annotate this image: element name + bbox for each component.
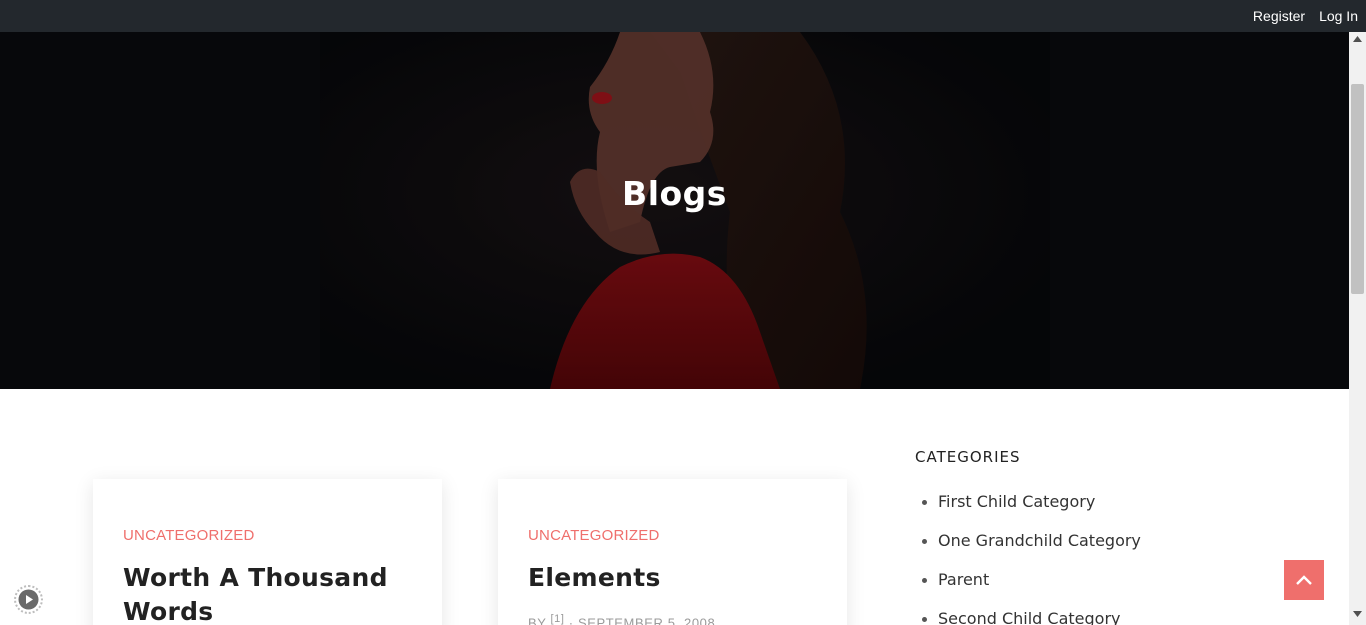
login-link[interactable]: Log In: [1319, 8, 1358, 24]
post-card: UNCATEGORIZED Elements BY [1] · SEPTEMBE…: [498, 479, 847, 625]
post-title-link[interactable]: Worth A Thousand Words: [123, 561, 413, 625]
chevron-up-icon: [1296, 575, 1312, 585]
sidebar-heading: CATEGORIES: [915, 448, 1021, 466]
post-date[interactable]: SEPTEMBER 5, 2008: [578, 615, 715, 625]
post-meta-separator: ·: [568, 615, 574, 625]
post-meta: BY [1] · SEPTEMBER 5, 2008: [528, 613, 715, 625]
category-item[interactable]: Second Child Category: [915, 609, 1295, 625]
scroll-up-arrow-icon[interactable]: [1349, 36, 1366, 46]
account-links: Register Log In: [1253, 0, 1358, 32]
category-item[interactable]: First Child Category: [915, 492, 1295, 531]
play-icon: [18, 589, 39, 610]
sidebar-categories: CATEGORIES First Child Category One Gran…: [915, 448, 1295, 625]
scrollbar-thumb[interactable]: [1351, 84, 1364, 294]
top-bar: Register Log In: [0, 0, 1366, 32]
back-to-top-button[interactable]: [1284, 560, 1324, 600]
category-list: First Child Category One Grandchild Cate…: [915, 492, 1295, 625]
post-title-link[interactable]: Elements: [528, 561, 818, 595]
post-author-link[interactable]: [1]: [551, 613, 565, 625]
post-card: UNCATEGORIZED Worth A Thousand Words: [93, 479, 442, 625]
post-meta-by: BY: [528, 615, 547, 625]
page-scrollbar[interactable]: [1349, 32, 1366, 625]
category-item[interactable]: One Grandchild Category: [915, 531, 1295, 570]
media-player-button[interactable]: [14, 585, 43, 614]
post-category-link[interactable]: UNCATEGORIZED: [123, 527, 255, 544]
page-title: Blogs: [622, 174, 727, 213]
scroll-down-arrow-icon[interactable]: [1349, 611, 1366, 621]
register-link[interactable]: Register: [1253, 8, 1305, 24]
hero-banner: Blogs: [0, 32, 1349, 389]
category-item[interactable]: Parent: [915, 570, 1295, 609]
post-category-link[interactable]: UNCATEGORIZED: [528, 527, 660, 544]
